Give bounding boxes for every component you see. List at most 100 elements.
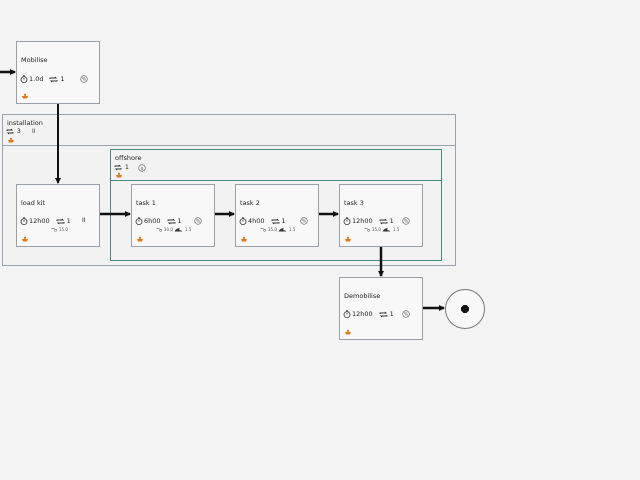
duration: 6h00 xyxy=(135,217,161,225)
stopwatch-icon xyxy=(343,310,351,318)
duration: 12h00 xyxy=(343,310,373,318)
wave-limit-value: 1.5 xyxy=(185,227,192,232)
repeat-count: 1 xyxy=(66,217,71,225)
vessel-icon xyxy=(344,329,352,335)
offshore-repeat: 1 xyxy=(114,164,129,171)
offshore-repeat-count: 1 xyxy=(125,164,129,171)
repeat: 1 xyxy=(167,217,182,225)
repeat-icon xyxy=(6,128,14,135)
repeat-count: 1 xyxy=(177,217,182,225)
wave-limit-value: 1.5 xyxy=(393,227,400,232)
node-title: task 2 xyxy=(240,199,260,207)
node-title: task 3 xyxy=(344,199,364,207)
vessel-icon xyxy=(240,236,248,242)
node-title: Mobilise xyxy=(21,56,48,64)
resource-requirement: 15.0 xyxy=(260,227,277,232)
task-node-task-2[interactable]: task 2 4h00 1 % 15.0 1.5 xyxy=(235,184,319,247)
limit-flag: % xyxy=(196,219,201,225)
stopwatch-icon xyxy=(239,217,247,225)
stopwatch-icon xyxy=(135,217,143,225)
duration-value: 4h00 xyxy=(248,217,265,225)
installation-parallel-flag: II xyxy=(32,128,36,135)
node-metrics: 6h00 1 xyxy=(135,217,182,225)
task-node-task-3[interactable]: task 3 12h00 1 % 15.0 1.5 xyxy=(339,184,423,247)
repeat: 1 xyxy=(56,217,71,225)
node-metrics: 12h00 1 xyxy=(20,217,71,225)
task-node-load-kit[interactable]: load kit 12h00 1 II 15.0 xyxy=(16,184,100,247)
vessel-icon xyxy=(7,137,15,143)
limit-flag: % xyxy=(302,219,307,225)
wave-icon xyxy=(174,227,183,232)
limit-flag: % xyxy=(82,77,87,83)
wave-icon xyxy=(278,227,287,232)
vessel-icon xyxy=(344,236,352,242)
weather-requirement: 1.5 xyxy=(382,227,399,232)
node-metrics: 12h00 1 xyxy=(343,310,394,318)
node-title: load kit xyxy=(21,199,46,207)
repeat-icon xyxy=(271,218,280,225)
duration: 12h00 xyxy=(20,217,50,225)
repeat-count: 1 xyxy=(281,217,286,225)
node-metrics: 4h00 1 xyxy=(239,217,286,225)
stopwatch-icon xyxy=(20,217,28,225)
duration-value: 1.0d xyxy=(29,75,44,83)
node-title: Demobilise xyxy=(344,292,381,300)
repeat-icon xyxy=(379,218,388,225)
repeat-icon xyxy=(379,311,388,318)
installation-header-divider xyxy=(3,145,455,146)
repeat-icon xyxy=(167,218,176,225)
repeat: 1 xyxy=(49,75,65,83)
wind-limit-icon: $ xyxy=(138,164,146,172)
task-node-mobilise[interactable]: Mobilise 1.0d 1 % xyxy=(16,41,100,104)
vessel-icon xyxy=(115,172,123,178)
wind-limit-icon: % xyxy=(300,217,308,225)
node-metrics: 1.0d 1 xyxy=(20,75,65,83)
wind-limit-icon xyxy=(51,227,57,232)
installation-repeat-count: 3 xyxy=(17,128,21,135)
vessel-icon xyxy=(21,93,29,99)
duration: 1.0d xyxy=(20,75,43,83)
wind-limit-icon xyxy=(156,227,162,232)
resource-requirement: 15.0 xyxy=(51,227,68,232)
repeat-icon xyxy=(56,218,65,225)
repeat-count: 1 xyxy=(60,75,65,83)
node-metrics: 12h00 1 xyxy=(343,217,394,225)
weather-requirement: 1.5 xyxy=(278,227,295,232)
duration-value: 6h00 xyxy=(144,217,161,225)
requirement-value: 10.0 xyxy=(164,227,173,232)
offshore-title: offshore xyxy=(115,154,142,162)
wind-limit-icon: % xyxy=(402,310,410,318)
wave-limit-value: 1.5 xyxy=(289,227,296,232)
workflow-canvas[interactable]: installation 3 II offshore 1 $ Mobilise … xyxy=(0,0,640,480)
weather-requirement: 1.5 xyxy=(174,227,191,232)
stopwatch-icon xyxy=(343,217,351,225)
repeat: 1 xyxy=(379,217,394,225)
duration: 4h00 xyxy=(239,217,265,225)
duration-value: 12h00 xyxy=(352,310,373,318)
task-node-task-1[interactable]: task 1 6h00 1 % 10.0 1.5 xyxy=(131,184,215,247)
duration-value: 12h00 xyxy=(352,217,373,225)
vessel-icon xyxy=(21,236,29,242)
node-title: task 1 xyxy=(136,199,156,207)
duration-value: 12h00 xyxy=(29,217,50,225)
wind-limit-icon: % xyxy=(80,75,88,83)
offshore-limit-flag: $ xyxy=(141,166,144,172)
resource-requirement: 15.0 xyxy=(364,227,381,232)
wind-limit-icon: % xyxy=(402,217,410,225)
limit-flag: % xyxy=(404,219,409,225)
repeat-icon xyxy=(49,76,58,83)
repeat: 1 xyxy=(271,217,286,225)
vessel-icon xyxy=(136,236,144,242)
end-node[interactable] xyxy=(445,289,485,329)
offshore-header-divider xyxy=(111,180,441,181)
repeat-icon xyxy=(114,164,122,171)
stop-icon xyxy=(461,305,470,314)
stopwatch-icon xyxy=(20,75,28,83)
repeat-count: 1 xyxy=(389,217,394,225)
resource-requirement: 10.0 xyxy=(156,227,173,232)
wind-limit-icon: % xyxy=(194,217,202,225)
duration: 12h00 xyxy=(343,217,373,225)
requirement-value: 15.0 xyxy=(372,227,381,232)
wind-limit-icon xyxy=(364,227,370,232)
task-node-demobilise[interactable]: Demobilise 12h00 1 % xyxy=(339,277,423,340)
